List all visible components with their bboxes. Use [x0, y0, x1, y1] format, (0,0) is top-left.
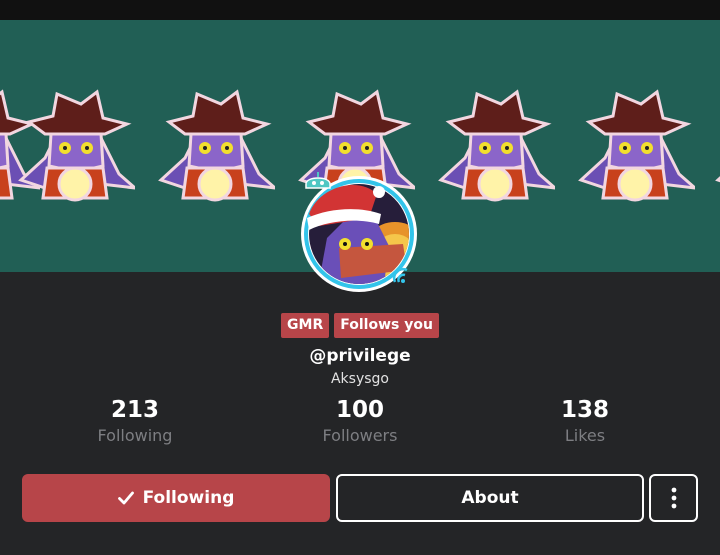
stat-likes[interactable]: 138 Likes [475, 396, 695, 445]
about-button[interactable]: About [336, 474, 644, 522]
more-options-button[interactable] [649, 474, 698, 522]
profile-display-name: Aksysgo [330, 371, 389, 387]
banner-cat-sprite [578, 89, 695, 202]
stat-label: Likes [564, 426, 606, 445]
stat-value: 100 [335, 397, 384, 423]
stat-label: Followers [322, 426, 398, 445]
banner-cat-sprite [18, 89, 135, 202]
signal-icon [392, 267, 408, 283]
stat-value: 138 [560, 397, 609, 423]
check-icon [117, 491, 134, 505]
robot-badge-icon [305, 172, 331, 189]
follows-you-badge: Follows you [334, 313, 439, 338]
following-button[interactable]: Following [22, 474, 330, 522]
stat-followers[interactable]: 100 Followers [250, 396, 470, 445]
stat-label: Following [97, 426, 173, 445]
following-button-label: Following [142, 488, 235, 508]
profile-badges: GMR Follows you [0, 313, 720, 338]
about-button-label: About [461, 488, 519, 508]
profile-handle: @privilege [309, 346, 411, 366]
avatar[interactable] [299, 172, 419, 294]
stat-following[interactable]: 213 Following [25, 396, 245, 445]
banner-cat-sprite [158, 89, 275, 202]
banner-cat-sprite [715, 176, 720, 183]
banner-cat-sprite [438, 89, 555, 202]
top-bar [0, 0, 720, 20]
gmr-badge: GMR [281, 313, 330, 338]
stat-value: 213 [110, 397, 159, 423]
kebab-menu-icon [671, 487, 676, 509]
